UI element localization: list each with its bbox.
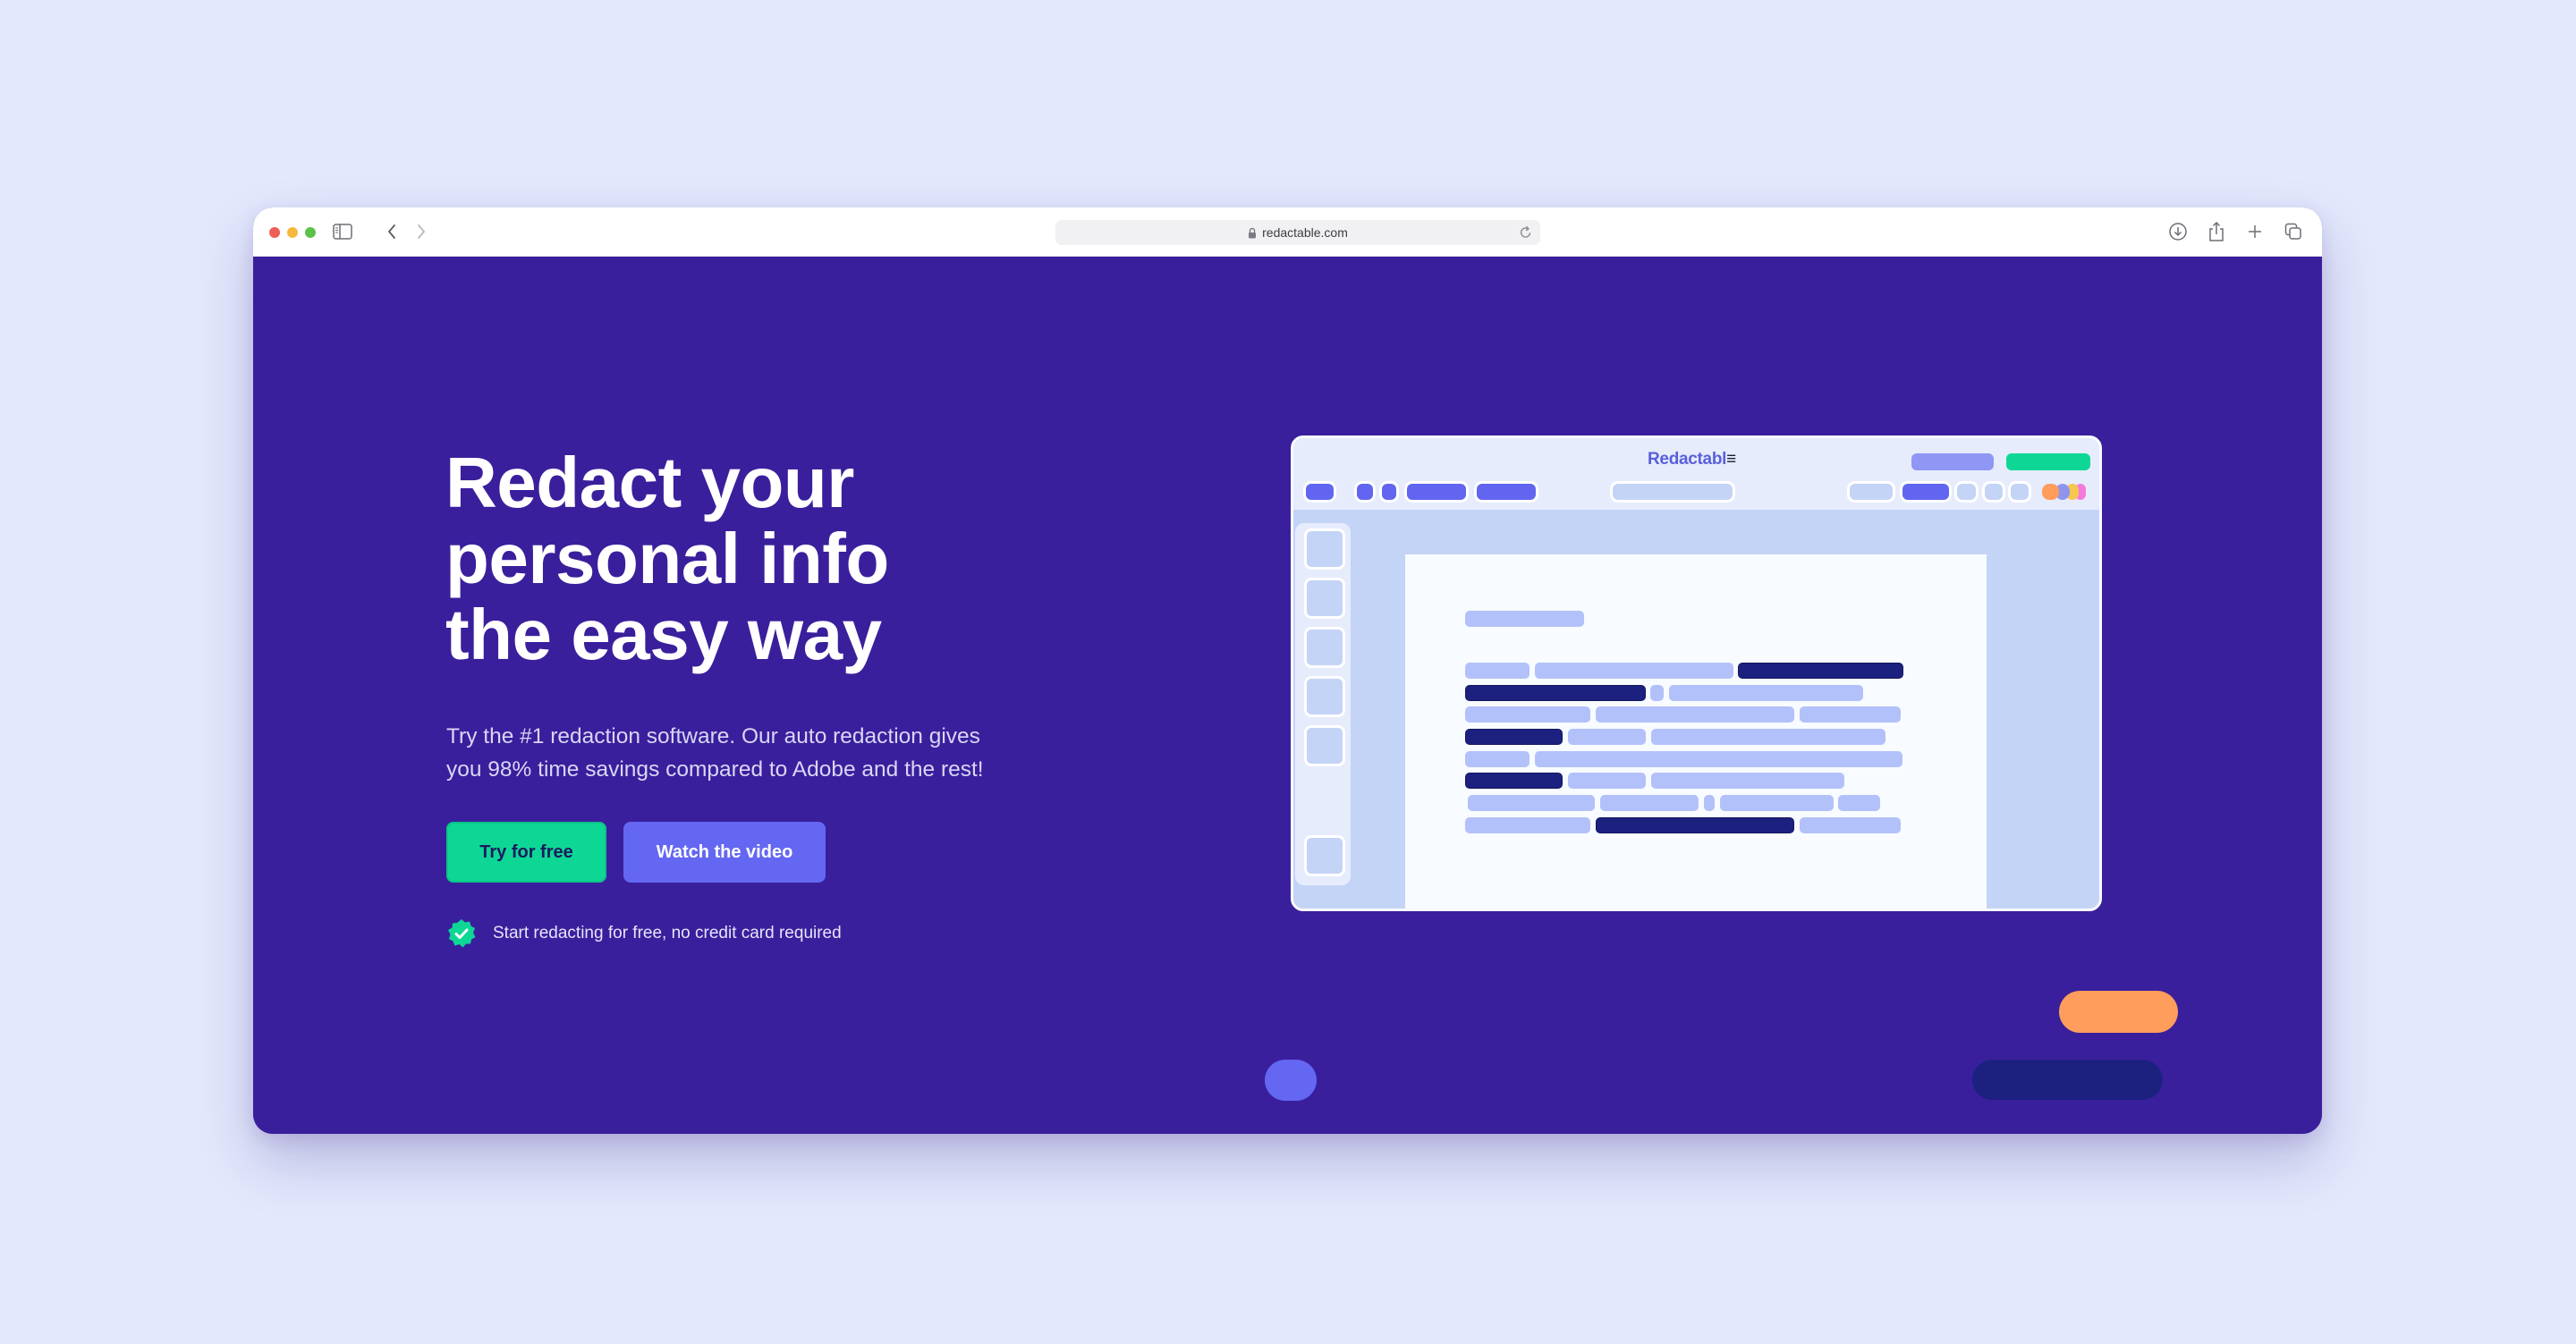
mock-toolbar-pill — [1477, 484, 1536, 500]
redaction-bar — [1596, 817, 1794, 833]
address-bar[interactable]: redactable.com — [1055, 220, 1540, 245]
mock-toolbar-pill — [1957, 484, 1976, 500]
mock-avatar-dot — [2042, 484, 2059, 500]
mock-toolbar-pill — [2011, 484, 2029, 500]
doc-text-line — [1535, 751, 1902, 767]
try-for-free-button[interactable]: Try for free — [446, 822, 606, 883]
doc-text-line — [1651, 729, 1885, 745]
doc-text-line — [1720, 795, 1834, 811]
verified-check-badge-icon — [446, 918, 477, 949]
reload-icon[interactable] — [1519, 224, 1533, 243]
mock-page-thumbnail — [1304, 528, 1345, 570]
decorative-navy-pill — [1972, 1060, 2163, 1100]
lock-icon — [1248, 227, 1257, 239]
doc-text-line — [1465, 817, 1590, 833]
mock-toolbar-pill — [1985, 484, 2003, 500]
mock-toolbar-pill — [1911, 453, 1994, 470]
free-note: Start redacting for free, no credit card… — [446, 918, 842, 949]
app-mockup-illustration: Redactabl≡ — [1291, 435, 2102, 911]
doc-text-line — [1535, 663, 1733, 679]
hero-section: Redact your personal info the easy way T… — [253, 257, 2322, 1134]
mock-toolbar-pill — [1382, 484, 1396, 500]
doc-text-line — [1465, 706, 1590, 723]
mock-page-thumbnail — [1304, 725, 1345, 766]
zoom-dot-icon[interactable] — [305, 227, 316, 238]
decorative-blue-dot — [1265, 1060, 1317, 1101]
hero-subtext: Try the #1 redaction software. Our auto … — [446, 724, 984, 782]
url-text: redactable.com — [1262, 225, 1348, 240]
mock-search-pill — [1613, 484, 1733, 500]
browser-toolbar: redactable.com — [253, 207, 2322, 257]
mock-toolbar-pill — [1306, 484, 1334, 500]
doc-text-line — [1800, 817, 1901, 833]
doc-text-line — [1669, 685, 1863, 701]
doc-text-line — [1651, 773, 1844, 789]
redaction-bar — [1465, 685, 1646, 701]
doc-title-line — [1465, 611, 1584, 627]
doc-text-line — [1568, 773, 1646, 789]
mock-page-thumbnail — [1304, 835, 1345, 876]
mock-toolbar-pill — [1357, 484, 1373, 500]
doc-text-line — [1600, 795, 1699, 811]
browser-window: redactable.com Redact your personal info… — [253, 207, 2322, 1134]
tabs-overview-icon[interactable] — [2282, 220, 2305, 243]
mock-toolbar-pill — [2006, 453, 2090, 470]
headline-line: personal info — [445, 519, 889, 598]
logo-mark-icon: ≡ — [1726, 450, 1736, 469]
doc-text-line — [1465, 663, 1530, 679]
doc-text-line — [1596, 706, 1794, 723]
doc-text-line — [1568, 729, 1646, 745]
sidebar-icon[interactable] — [331, 220, 354, 243]
doc-text-line — [1465, 751, 1530, 767]
doc-text-line — [1468, 795, 1595, 811]
doc-text-line — [1704, 795, 1715, 811]
hero-headline: Redact your personal info the easy way — [445, 444, 1072, 672]
plus-icon[interactable] — [2243, 220, 2267, 243]
chevron-right-icon[interactable] — [410, 220, 433, 243]
mock-document-page — [1405, 554, 1987, 909]
mock-thumbnail-sidebar — [1295, 523, 1351, 885]
mock-toolbar-pill — [1850, 484, 1893, 500]
mock-page-thumbnail — [1304, 676, 1345, 717]
minimize-dot-icon[interactable] — [287, 227, 298, 238]
download-icon[interactable] — [2166, 220, 2190, 243]
mock-toolbar-pill — [1407, 484, 1466, 500]
app-logo: Redactabl≡ — [1648, 450, 1736, 469]
mock-page-thumbnail — [1304, 578, 1345, 619]
redaction-bar — [1738, 663, 1903, 679]
redaction-bar — [1465, 729, 1563, 745]
redaction-bar — [1465, 773, 1563, 789]
share-icon[interactable] — [2205, 220, 2228, 243]
free-note-text: Start redacting for free, no credit card… — [493, 924, 842, 942]
chevron-left-icon[interactable] — [380, 220, 403, 243]
headline-line: the easy way — [445, 595, 882, 674]
doc-text-line — [1800, 706, 1901, 723]
headline-line: Redact your — [445, 443, 854, 522]
decorative-orange-pill — [2059, 991, 2178, 1033]
watch-video-button[interactable]: Watch the video — [623, 822, 826, 883]
mock-page-thumbnail — [1304, 627, 1345, 668]
doc-text-line — [1650, 685, 1664, 701]
close-dot-icon[interactable] — [269, 227, 280, 238]
doc-text-line — [1838, 795, 1880, 811]
mock-toolbar-pill — [1902, 484, 1949, 500]
